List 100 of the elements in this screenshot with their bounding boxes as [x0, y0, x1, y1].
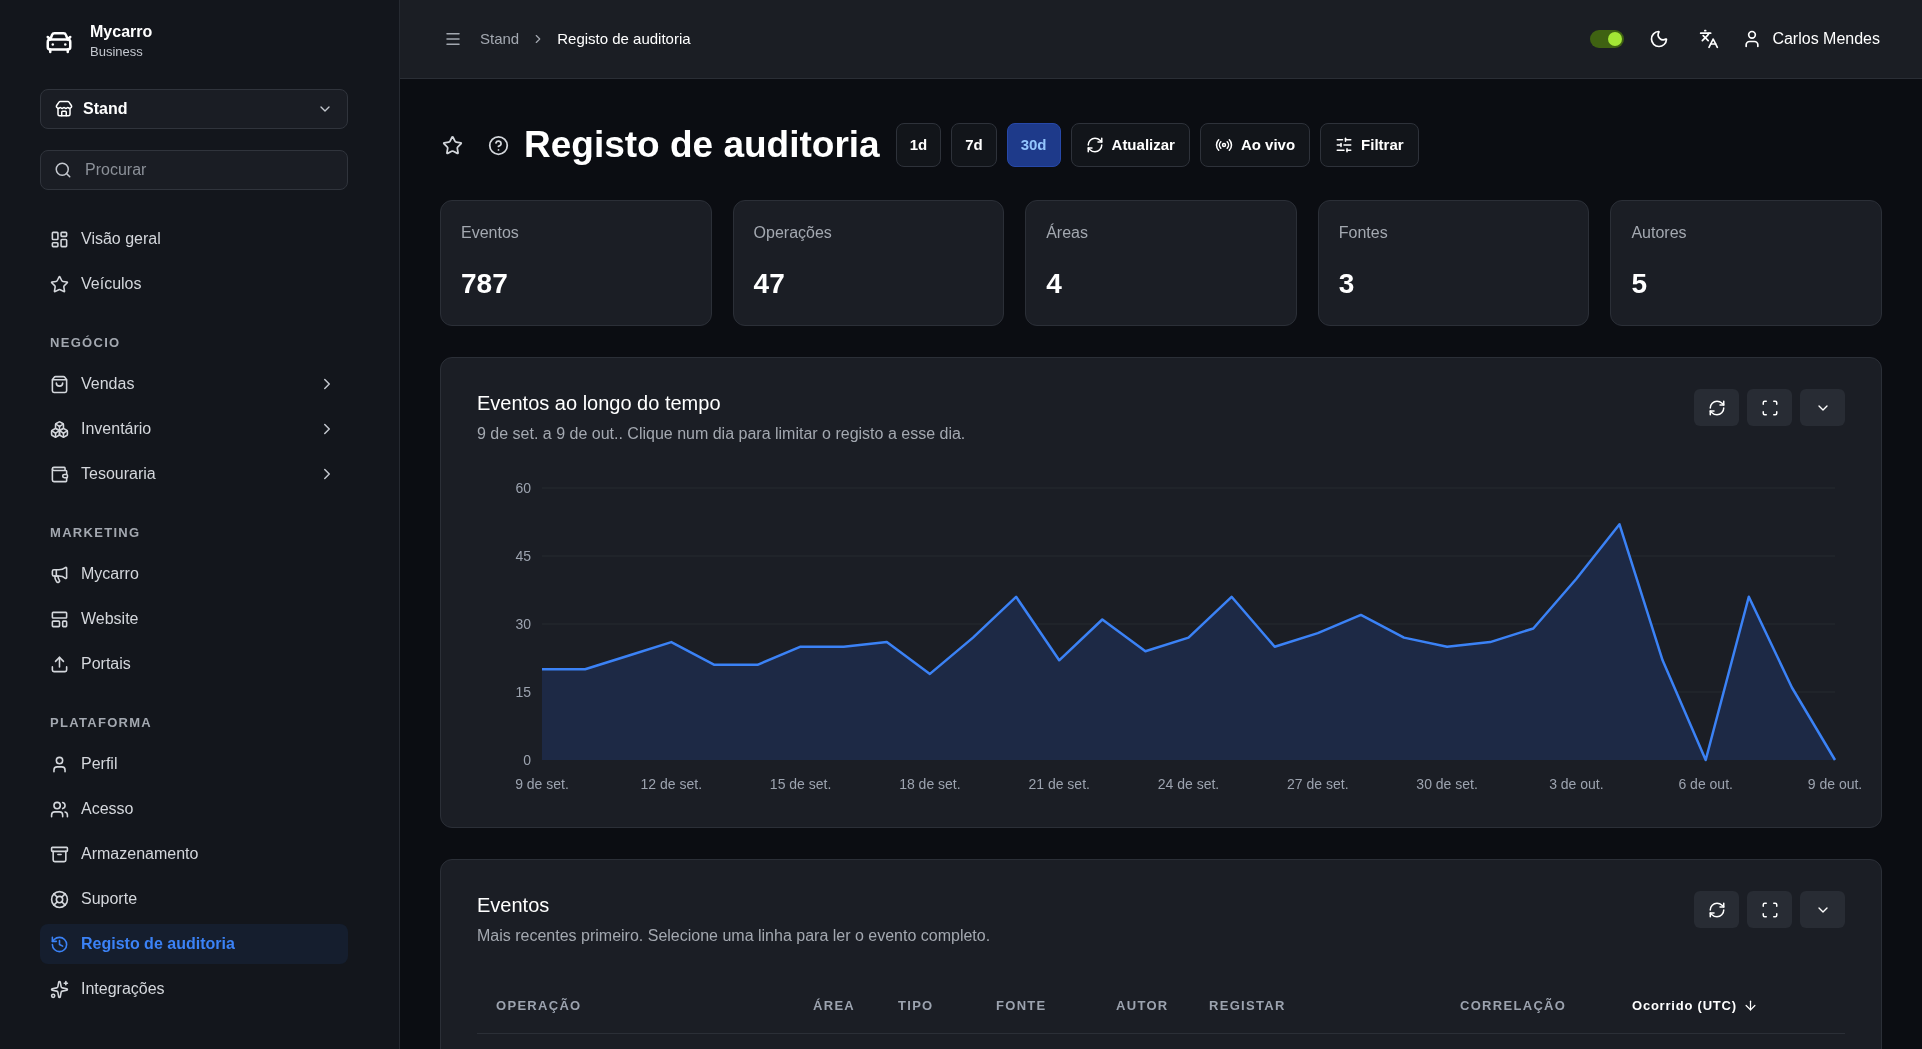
search-field[interactable]: Procurar — [40, 150, 348, 190]
axis-label: 12 de set. — [640, 775, 703, 792]
stat-value: 3 — [1338, 267, 1355, 301]
archive-icon — [50, 844, 69, 864]
period-button[interactable]: 30d — [1006, 123, 1061, 167]
nav-item[interactable]: Mycarro — [40, 554, 348, 594]
fullscreen-button[interactable] — [1747, 891, 1792, 928]
layout-icon — [50, 609, 69, 629]
stat-label: Fontes — [1338, 223, 1388, 243]
nav-item[interactable]: Tesouraria — [40, 454, 348, 494]
wallet-icon — [50, 464, 69, 484]
period-button[interactable]: 7d — [951, 123, 997, 167]
nav-item[interactable]: Integrações — [40, 969, 348, 1009]
nav-item[interactable]: Website — [40, 599, 348, 639]
fullscreen-button[interactable] — [1747, 389, 1792, 426]
column-header[interactable]: TIPO — [898, 995, 934, 1016]
column-header[interactable]: FONTE — [996, 995, 1047, 1016]
axis-label: 60 — [515, 479, 531, 496]
user-icon — [50, 754, 69, 774]
axis-label: 30 de set. — [1416, 775, 1478, 792]
stat-label: Operações — [753, 223, 832, 243]
axis-label: 15 — [515, 683, 531, 700]
stat-value: 5 — [1631, 267, 1647, 301]
brand-subtitle: Business — [90, 43, 144, 61]
column-header[interactable]: Ocorrido (UTC) — [1632, 995, 1758, 1016]
nav-item[interactable]: Suporte — [40, 879, 348, 919]
nav-item[interactable]: Acesso — [40, 789, 348, 829]
nav-item[interactable]: Inventário — [40, 409, 348, 449]
toolbar-button[interactable]: Atualizar — [1070, 123, 1190, 167]
axis-label: 0 — [523, 751, 531, 768]
column-header[interactable]: OPERAÇÃO — [496, 995, 582, 1016]
shopping-bag-icon — [50, 374, 69, 394]
card-subtitle: Mais recentes primeiro. Selecione uma linha para ler o evento completo. — [477, 926, 991, 946]
axis-label: 15 de set. — [769, 775, 832, 792]
fullscreen-icon — [1760, 398, 1779, 417]
store-icon — [55, 100, 73, 118]
megaphone-icon — [50, 564, 69, 584]
arrow-down-icon — [1742, 998, 1758, 1013]
users-icon — [50, 799, 69, 819]
breadcrumb-link[interactable]: Stand — [480, 27, 520, 51]
search-icon — [54, 161, 72, 179]
refresh-button[interactable] — [1694, 891, 1739, 928]
stat-value: 787 — [461, 267, 508, 301]
axis-label: 3 de out. — [1549, 775, 1604, 792]
workspace-select[interactable]: Stand — [40, 89, 348, 129]
section-heading: PLATAFORMA — [49, 714, 154, 732]
axis-label: 6 de out. — [1678, 775, 1733, 792]
history-icon — [50, 934, 69, 954]
stat-value: 4 — [1046, 267, 1062, 301]
refresh-icon — [1707, 900, 1726, 919]
nav-item[interactable]: Visão geral — [40, 219, 348, 259]
moon-icon — [1649, 29, 1670, 49]
sliders-icon — [1335, 136, 1354, 154]
sparkles-icon — [50, 979, 69, 999]
column-header[interactable]: ÁREA — [813, 995, 856, 1016]
refresh-button[interactable] — [1694, 389, 1739, 426]
axis-label: 21 de set. — [1028, 775, 1090, 792]
menu-icon — [444, 30, 462, 48]
star-icon[interactable] — [442, 134, 463, 156]
toolbar-button[interactable]: Ao vivo — [1199, 123, 1311, 167]
section-heading: MARKETING — [49, 524, 142, 542]
dashboard-icon — [50, 229, 69, 249]
toolbar-button[interactable]: Filtrar — [1320, 123, 1419, 167]
card-title: Eventos — [477, 893, 550, 918]
toggle-switch[interactable] — [1590, 30, 1625, 48]
lifebuoy-icon — [50, 889, 69, 909]
breadcrumb-current: Registo de auditoria — [557, 28, 691, 49]
upload-icon — [50, 654, 69, 674]
help-icon[interactable] — [488, 134, 509, 156]
boxes-icon — [50, 419, 69, 439]
nav-item[interactable]: Veículos — [40, 264, 348, 304]
nav-item[interactable]: Armazenamento — [40, 834, 348, 874]
broadcast-icon — [1214, 136, 1233, 154]
column-header[interactable]: REGISTAR — [1209, 995, 1286, 1016]
axis-label: 18 de set. — [899, 775, 961, 792]
stat-label: Autores — [1631, 223, 1687, 243]
brand-name: Mycarro — [90, 22, 153, 42]
fullscreen-icon — [1760, 900, 1779, 919]
nav-item[interactable]: Portais — [40, 644, 348, 684]
user-menu[interactable]: Carlos Mendes — [1742, 27, 1880, 51]
card-title: Eventos ao longo do tempo — [477, 391, 721, 416]
column-header[interactable]: AUTOR — [1116, 995, 1169, 1016]
card-subtitle: 9 de set. a 9 de out.. Clique num dia para limitar o registo a esse dia. — [477, 424, 966, 444]
period-button[interactable]: 1d — [895, 123, 942, 167]
star-icon — [50, 274, 69, 294]
translate-icon — [1699, 29, 1720, 49]
stat-label: Áreas — [1046, 222, 1088, 243]
axis-label: 9 de out. — [1807, 775, 1863, 792]
axis-label: 9 de set. — [515, 775, 569, 792]
refresh-icon — [1085, 136, 1104, 154]
nav-item[interactable]: Perfil — [40, 744, 348, 784]
axis-label: 27 de set. — [1287, 775, 1349, 792]
refresh-icon — [1707, 398, 1726, 417]
nav-item[interactable]: Vendas — [40, 364, 348, 404]
page-title: Registo de auditoria — [524, 123, 880, 167]
axis-label: 45 — [515, 547, 531, 564]
column-header[interactable]: CORRELAÇÃO — [1460, 995, 1567, 1016]
stat-value: 47 — [753, 267, 785, 301]
axis-label: 24 de set. — [1157, 775, 1220, 792]
nav-item[interactable]: Registo de auditoria — [40, 924, 348, 964]
